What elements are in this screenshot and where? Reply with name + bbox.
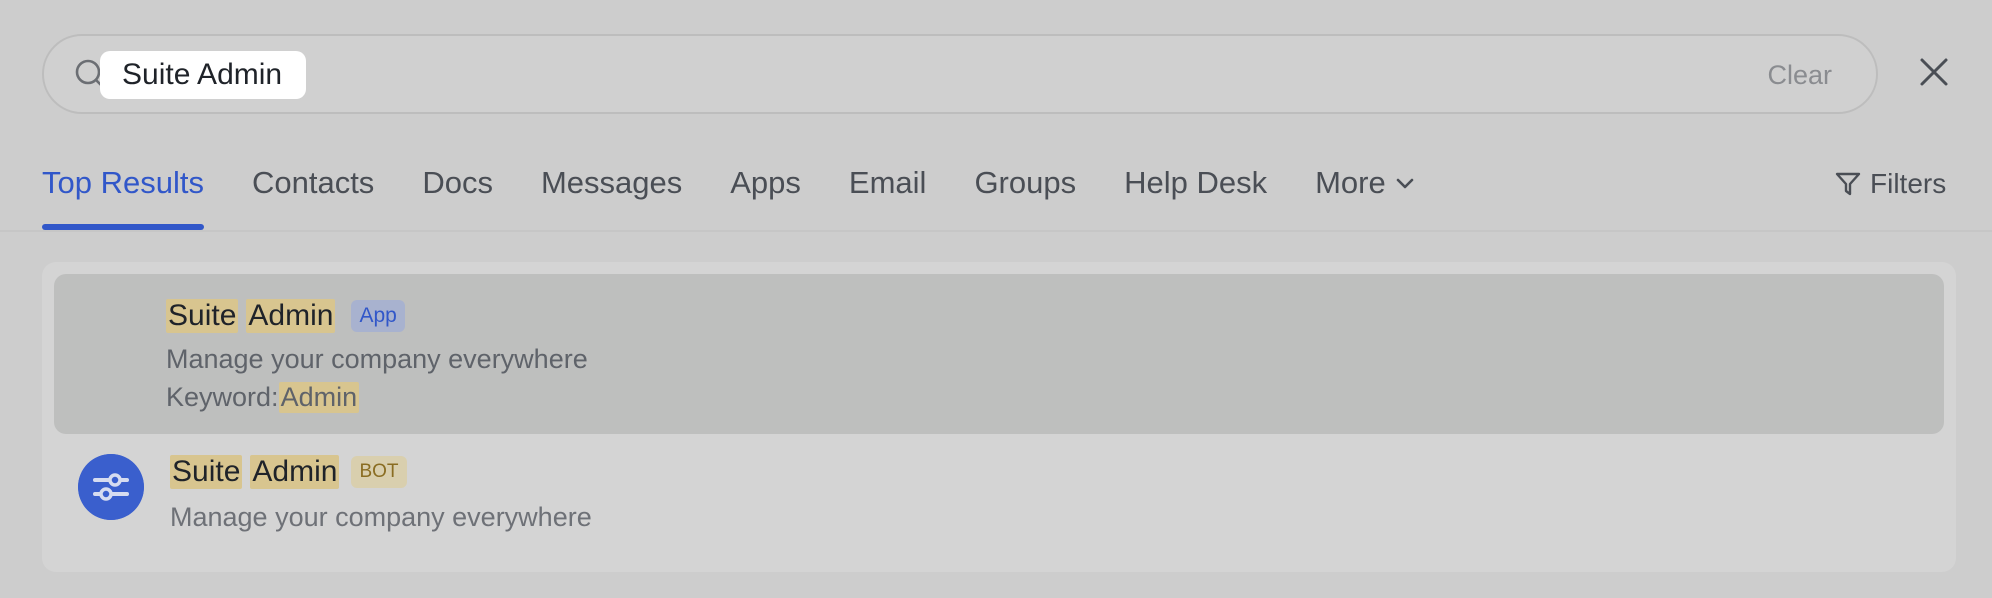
search-overlay: Clear Top Results Contacts Docs Messages… — [0, 0, 1992, 598]
tab-more[interactable]: More — [1315, 158, 1416, 232]
tab-email[interactable]: Email — [849, 158, 927, 232]
result-title: Suite Admin App — [166, 296, 405, 336]
title-highlight: Suite — [166, 299, 239, 333]
tab-top-results[interactable]: Top Results — [42, 158, 204, 232]
search-input[interactable] — [100, 51, 306, 99]
result-description: Manage your company everywhere — [166, 344, 588, 374]
tab-help-desk[interactable]: Help Desk — [1124, 158, 1267, 232]
clear-button[interactable]: Clear — [1767, 58, 1832, 92]
filters-button[interactable]: Filters — [1834, 164, 1946, 204]
title-highlight: Admin — [250, 455, 340, 489]
close-icon[interactable] — [1918, 56, 1950, 88]
result-title: Suite Admin BOT — [170, 452, 407, 492]
title-highlight: Suite — [170, 455, 243, 489]
result-description: Manage your company everywhere — [170, 502, 592, 532]
tab-contacts[interactable]: Contacts — [252, 158, 374, 232]
result-keyword: Keyword: Admin — [166, 382, 360, 413]
category-tabs: Top Results Contacts Docs Messages Apps … — [42, 158, 1464, 232]
keyword-label: Keyword: — [166, 382, 279, 412]
result-item-bot[interactable]: Suite Admin BOT Manage your company ever… — [54, 442, 1944, 562]
app-badge: App — [351, 300, 405, 332]
result-item-app[interactable]: Suite Admin App Manage your company ever… — [54, 274, 1944, 434]
filters-label: Filters — [1870, 168, 1947, 199]
tab-docs[interactable]: Docs — [422, 158, 493, 232]
tabs-divider — [0, 230, 1992, 232]
chevron-down-icon — [1396, 178, 1414, 189]
keyword-highlight: Admin — [278, 382, 360, 413]
tab-groups[interactable]: Groups — [974, 158, 1076, 232]
search-bar: Clear — [42, 34, 1878, 114]
bot-avatar-icon — [78, 454, 144, 520]
results-panel: Suite Admin App Manage your company ever… — [42, 262, 1956, 572]
tab-messages[interactable]: Messages — [541, 158, 682, 232]
bot-badge: BOT — [351, 456, 407, 488]
title-highlight: Admin — [246, 299, 336, 333]
filter-icon — [1835, 172, 1861, 196]
tab-more-label: More — [1315, 165, 1386, 200]
tab-apps[interactable]: Apps — [730, 158, 801, 232]
